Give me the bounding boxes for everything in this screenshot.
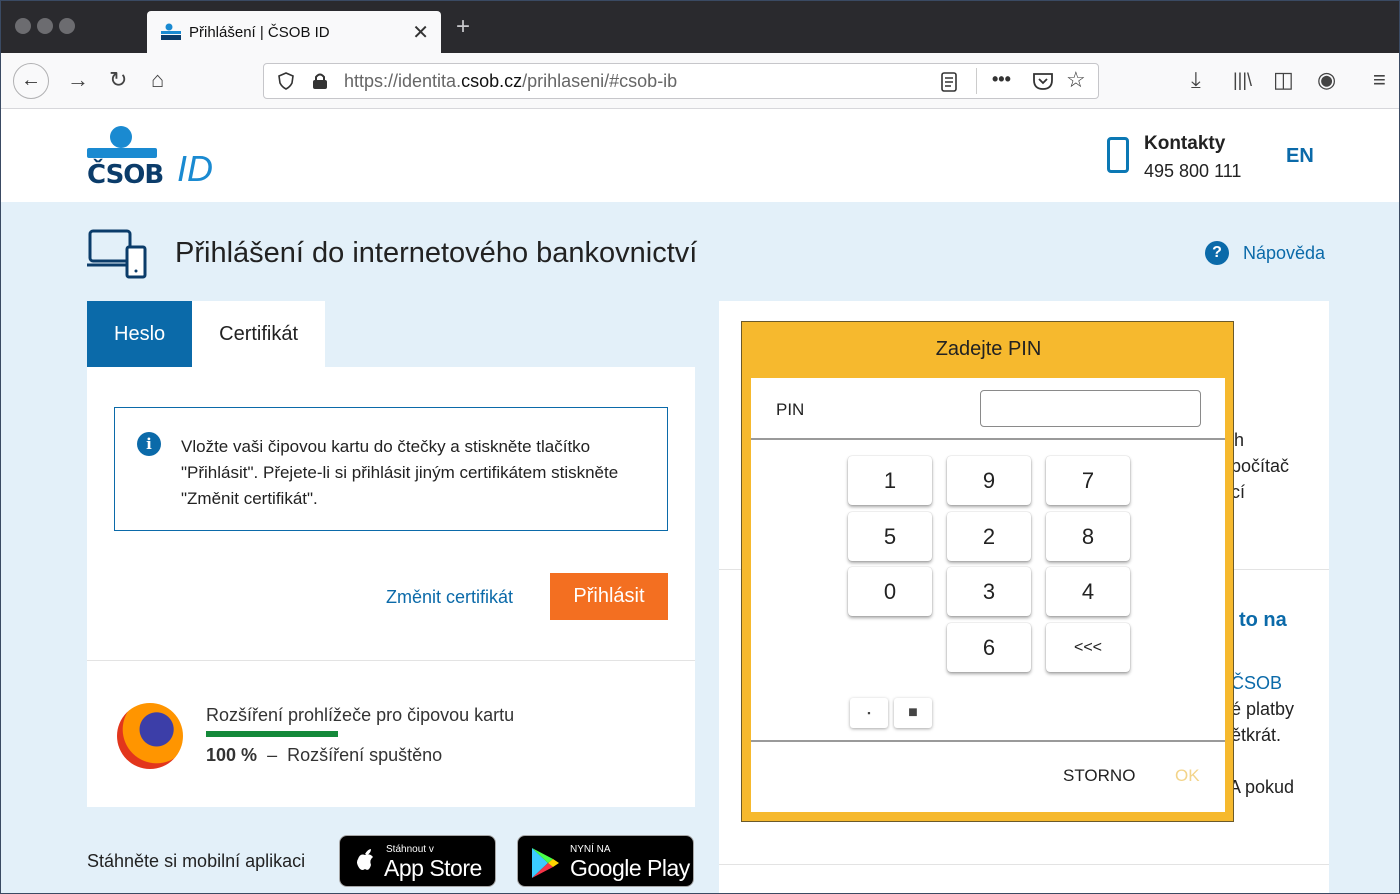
browser-tab[interactable]: Přihlášení | ČSOB ID ✕	[147, 11, 441, 53]
pin-key-7[interactable]: 7	[1046, 456, 1130, 505]
pin-key-8[interactable]: 8	[1046, 512, 1130, 561]
forward-icon[interactable]: →	[67, 67, 89, 93]
logo-bar	[87, 148, 157, 158]
page-title: Přihlášení do internetového bankovnictví	[175, 237, 698, 269]
tab-close-icon[interactable]: ✕	[412, 20, 429, 45]
mobile-app-label: Stáhněte si mobilní aplikaci	[87, 851, 306, 871]
pin-key-2[interactable]: 2	[947, 512, 1031, 561]
library-icon[interactable]: |||\	[1233, 67, 1252, 93]
computer-phone-icon	[87, 229, 147, 279]
info-box: i Vložte vaši čipovou kartu do čtečky a …	[114, 407, 668, 531]
help-link[interactable]: ? Nápověda	[1205, 241, 1325, 265]
login-button[interactable]: Přihlásit	[550, 573, 668, 620]
google-play-icon	[532, 848, 559, 878]
help-icon: ?	[1205, 241, 1229, 265]
browser-window: Přihlášení | ČSOB ID ✕ + ← → ↻ ⌂ https:/…	[0, 0, 1400, 894]
cancel-button[interactable]: STORNO	[1063, 766, 1135, 786]
account-icon[interactable]: ◉	[1317, 67, 1336, 93]
csob-id-logo[interactable]: ČSOB ID	[87, 126, 227, 190]
login-card: i Vložte vaši čipovou kartu do čtečky a …	[87, 367, 695, 807]
partial-text: é platby	[1231, 699, 1295, 719]
pin-key-6[interactable]: 6	[947, 623, 1031, 672]
page-content: ČSOB ID Kontakty 495 800 111 EN Přihláše…	[1, 109, 1399, 893]
info-icon: i	[137, 432, 161, 456]
gplay-small: NYNÍ NA	[570, 844, 611, 855]
sidebar-icon[interactable]: ◫	[1273, 67, 1294, 93]
pin-dialog-body: PIN 1 9 7 5 2 8 0 3 4 6 <<< ▪ ■ STORNO O…	[751, 378, 1225, 812]
pin-key-3[interactable]: 3	[947, 567, 1031, 616]
partial-text: počítač	[1231, 456, 1290, 476]
pin-dialog: Zadejte PIN PIN 1 9 7 5 2 8 0 3 4 6 <<< …	[741, 321, 1234, 822]
partial-text: ětkrát.	[1231, 725, 1282, 745]
url-bar[interactable]: https://identita.csob.cz/prihlaseni/#cso…	[263, 63, 1099, 99]
reader-view-icon[interactable]	[940, 72, 958, 92]
bookmark-star-icon[interactable]: ☆	[1066, 67, 1086, 93]
pin-backspace-button[interactable]: <<<	[1046, 623, 1130, 672]
pocket-icon[interactable]	[1032, 71, 1054, 91]
more-icon[interactable]: •••	[992, 69, 1011, 90]
logo-text: ČSOB	[87, 160, 164, 190]
appstore-big: App Store	[384, 855, 482, 881]
partial-text: h	[1234, 430, 1245, 450]
download-icon[interactable]: ⤓	[1191, 67, 1201, 93]
tab-heslo[interactable]: Heslo	[87, 301, 193, 367]
info-text: Vložte vaši čipovou kartu do čtečky a st…	[181, 437, 619, 508]
extension-status: 100 % – Rozšíření spuštěno	[206, 745, 443, 765]
url-text: https://identita.csob.cz/prihlaseni/#cso…	[344, 71, 678, 91]
partial-heading: to na	[1239, 609, 1287, 631]
contacts-label[interactable]: Kontakty	[1144, 133, 1225, 155]
change-certificate-link[interactable]: Změnit certifikát	[386, 587, 513, 608]
pin-label: PIN	[776, 400, 805, 419]
large-keypad-icon[interactable]: ■	[894, 698, 932, 728]
firefox-logo-icon	[117, 703, 183, 769]
right-divider-2	[719, 864, 1329, 865]
menu-icon[interactable]: ≡	[1373, 67, 1386, 93]
help-label: Nápověda	[1243, 242, 1326, 263]
pin-key-0[interactable]: 0	[848, 567, 932, 616]
partial-link[interactable]: ČSOB	[1231, 673, 1282, 694]
browser-toolbar: ← → ↻ ⌂ https://identita.csob.cz/prihlas…	[1, 53, 1399, 109]
reload-icon[interactable]: ↻	[109, 67, 127, 93]
apple-logo-icon	[357, 849, 373, 870]
login-panel: Heslo Certifikát i Vložte vaši čipovou k…	[87, 301, 695, 807]
partial-text: A pokud	[1229, 777, 1295, 797]
contact-phone[interactable]: 495 800 111	[1144, 161, 1241, 182]
tab-title: Přihlášení | ČSOB ID	[189, 23, 330, 41]
login-tabs: Heslo Certifikát	[87, 301, 326, 367]
google-play-badge[interactable]: NYNÍ NA Google Play	[517, 835, 694, 887]
ok-button[interactable]: OK	[1175, 766, 1200, 786]
dialog-divider	[751, 438, 1225, 440]
appstore-small: Stáhnout v	[386, 844, 434, 855]
pin-key-4[interactable]: 4	[1046, 567, 1130, 616]
pin-key-1[interactable]: 1	[848, 456, 932, 505]
url-separator	[976, 68, 977, 94]
phone-icon	[1107, 137, 1129, 173]
site-header: ČSOB ID Kontakty 495 800 111 EN	[1, 109, 1399, 202]
logo-id: ID	[177, 148, 213, 189]
home-icon[interactable]: ⌂	[151, 67, 164, 93]
language-switch[interactable]: EN	[1286, 145, 1314, 168]
small-keypad-icon[interactable]: ▪	[850, 698, 888, 728]
logo-ball	[110, 126, 132, 148]
tab-certifikat[interactable]: Certifikát	[192, 301, 326, 367]
pin-dialog-title: Zadejte PIN	[935, 338, 1042, 360]
gplay-big: Google Play	[570, 855, 690, 881]
pin-key-5[interactable]: 5	[848, 512, 932, 561]
divider	[87, 660, 695, 661]
close-window-dot[interactable]	[15, 18, 31, 34]
extension-progress-bar	[206, 731, 338, 737]
lock-icon	[313, 73, 327, 89]
back-icon[interactable]: ←	[13, 63, 49, 99]
extension-title: Rozšíření prohlížeče pro čipovou kartu	[206, 705, 515, 725]
dialog-divider	[751, 740, 1225, 742]
shield-icon	[278, 72, 294, 90]
pin-input[interactable]	[980, 390, 1201, 427]
pin-key-9[interactable]: 9	[947, 456, 1031, 505]
zoom-window-dot[interactable]	[59, 18, 75, 34]
app-store-badge[interactable]: Stáhnout v App Store	[339, 835, 496, 887]
minimize-window-dot[interactable]	[37, 18, 53, 34]
new-tab-icon[interactable]: +	[456, 13, 470, 41]
browser-titlebar: Přihlášení | ČSOB ID ✕ +	[1, 1, 1399, 53]
csob-favicon-icon	[161, 23, 181, 41]
